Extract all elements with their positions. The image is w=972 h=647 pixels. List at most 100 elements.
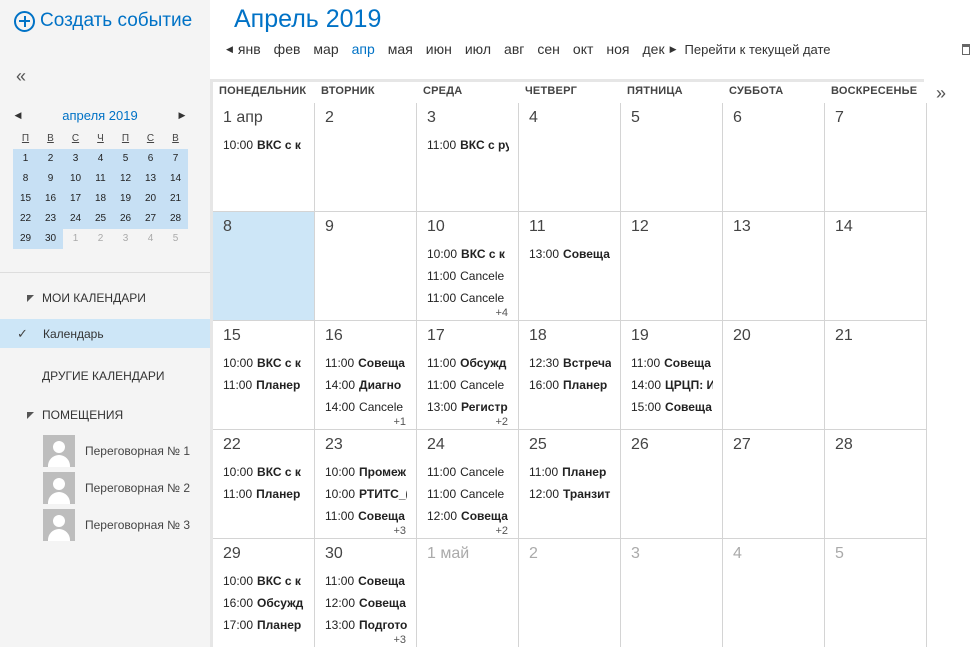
calendar-icon[interactable]	[962, 44, 970, 55]
calendar-event[interactable]: 14:00 Диагно	[325, 374, 407, 396]
day-cell[interactable]: 4	[519, 103, 621, 212]
day-cell[interactable]: 14	[825, 212, 927, 321]
day-cell[interactable]: 10 10:00 ВКС с к 11:00 Cancele 11:00 Cancele +4	[417, 212, 519, 321]
day-cell[interactable]: 19 11:00 Совеща 14:00 ЦРЦП: И 15:00 Совеща	[621, 321, 723, 430]
calendar-event[interactable]: 12:00 Совеща	[325, 592, 407, 614]
day-cell[interactable]: 27	[723, 430, 825, 539]
mini-day[interactable]: 5	[163, 229, 188, 249]
mini-day[interactable]: 4	[138, 229, 163, 249]
calendar-event[interactable]: 14:00 ЦРЦП: И	[631, 374, 713, 396]
month-link[interactable]: июн	[426, 41, 452, 57]
month-link[interactable]: окт	[573, 41, 593, 57]
mini-calendar-title[interactable]: апреля 2019	[62, 108, 137, 123]
calendar-event[interactable]: 16:00 Обсужд	[223, 592, 305, 614]
calendar-event[interactable]: 11:00 Cancele	[427, 265, 509, 287]
day-cell[interactable]: 7	[825, 103, 927, 212]
calendar-event[interactable]: 16:00 Планер	[529, 374, 611, 396]
month-link[interactable]: мар	[313, 41, 338, 57]
my-calendars-header[interactable]: МОИ КАЛЕНДАРИ	[0, 290, 210, 306]
calendar-event[interactable]: 11:00 Планер	[223, 483, 305, 505]
day-cell[interactable]: 1 май	[417, 539, 519, 647]
day-cell[interactable]: 3	[621, 539, 723, 647]
calendar-event[interactable]: 11:00 Cancele	[427, 483, 509, 505]
prev-month-icon[interactable]: ◀	[226, 44, 233, 55]
day-cell[interactable]: 2	[315, 103, 417, 212]
mini-day[interactable]: 16	[38, 189, 63, 209]
month-link[interactable]: мая	[388, 41, 413, 57]
mini-day[interactable]: 23	[38, 209, 63, 229]
mini-next-month-icon[interactable]: ▶	[176, 110, 188, 121]
day-cell[interactable]: 17 11:00 Обсужд 11:00 Cancele 13:00 Регистр +2	[417, 321, 519, 430]
calendar-event[interactable]: 11:00 Совеща	[325, 352, 407, 374]
month-link[interactable]: ноя	[606, 41, 629, 57]
room-item[interactable]: Переговорная № 2	[43, 471, 203, 504]
go-to-today-link[interactable]: Перейти к текущей дате	[685, 42, 831, 57]
day-cell[interactable]: 21	[825, 321, 927, 430]
mini-day[interactable]: 13	[138, 169, 163, 189]
month-link[interactable]: июл	[465, 41, 491, 57]
mini-day[interactable]: 6	[138, 149, 163, 169]
day-cell[interactable]: 12	[621, 212, 723, 321]
more-events-link[interactable]: +2	[495, 525, 508, 537]
day-cell[interactable]: 4	[723, 539, 825, 647]
mini-day[interactable]: 27	[138, 209, 163, 229]
day-cell[interactable]: 11 13:00 Совеща	[519, 212, 621, 321]
mini-day[interactable]: 7	[163, 149, 188, 169]
day-cell[interactable]: 13	[723, 212, 825, 321]
mini-day[interactable]: 3	[113, 229, 138, 249]
mini-day[interactable]: 18	[88, 189, 113, 209]
day-cell[interactable]: 6	[723, 103, 825, 212]
day-cell[interactable]: 23 10:00 Промеж 10:00 РТИТС_(11:00 Совеща +3	[315, 430, 417, 539]
mini-day[interactable]: 3	[63, 149, 88, 169]
mini-day[interactable]: 20	[138, 189, 163, 209]
calendar-event[interactable]: 12:30 Встреча	[529, 352, 611, 374]
day-cell[interactable]: 16 11:00 Совеща 14:00 Диагно 14:00 Cancele +1	[315, 321, 417, 430]
sidebar-item-calendar[interactable]: ✓ Календарь	[0, 319, 210, 348]
calendar-event[interactable]: 10:00 ВКС с к	[427, 243, 509, 265]
more-events-link[interactable]: +4	[495, 307, 508, 319]
mini-day[interactable]: 19	[113, 189, 138, 209]
calendar-event[interactable]: 10:00 ВКС с к	[223, 134, 305, 156]
mini-day[interactable]: 1	[63, 229, 88, 249]
mini-day[interactable]: 24	[63, 209, 88, 229]
day-cell[interactable]: 22 10:00 ВКС с к 11:00 Планер	[213, 430, 315, 539]
mini-day[interactable]: 12	[113, 169, 138, 189]
calendar-event[interactable]: 10:00 РТИТС_(	[325, 483, 407, 505]
next-month-icon[interactable]: ▶	[670, 44, 677, 55]
month-link[interactable]: дек	[643, 41, 665, 57]
mini-day[interactable]: 2	[88, 229, 113, 249]
mini-day[interactable]: 28	[163, 209, 188, 229]
calendar-event[interactable]: 11:00 Планер	[223, 374, 305, 396]
calendar-event[interactable]: 11:00 Cancele	[427, 287, 509, 309]
more-events-link[interactable]: +3	[393, 634, 406, 646]
day-cell[interactable]: 8	[213, 212, 315, 321]
room-item[interactable]: Переговорная № 3	[43, 508, 203, 541]
mini-day[interactable]: 4	[88, 149, 113, 169]
calendar-event[interactable]: 11:00 Обсужд	[427, 352, 509, 374]
expand-panel-icon[interactable]: »	[936, 83, 946, 104]
mini-day[interactable]: 8	[13, 169, 38, 189]
calendar-event[interactable]: 10:00 ВКС с к	[223, 570, 305, 592]
day-cell[interactable]: 25 11:00 Планер 12:00 Транзит	[519, 430, 621, 539]
day-cell[interactable]: 29 10:00 ВКС с к 16:00 Обсужд 17:00 Планер	[213, 539, 315, 647]
day-cell[interactable]: 1 апр 10:00 ВКС с к	[213, 103, 315, 212]
more-events-link[interactable]: +2	[495, 416, 508, 428]
day-cell[interactable]: 9	[315, 212, 417, 321]
calendar-event[interactable]: 12:00 Транзит	[529, 483, 611, 505]
mini-day[interactable]: 29	[13, 229, 38, 249]
day-cell[interactable]: 28	[825, 430, 927, 539]
mini-day[interactable]: 25	[88, 209, 113, 229]
create-event-button[interactable]: Создать событие	[14, 8, 192, 34]
mini-prev-month-icon[interactable]: ◀	[12, 110, 24, 121]
day-cell[interactable]: 3 11:00 ВКС с ру	[417, 103, 519, 212]
calendar-event[interactable]: 12:00 Совеща	[427, 505, 509, 527]
calendar-event[interactable]: 15:00 Совеща	[631, 396, 713, 418]
calendar-event[interactable]: 10:00 ВКС с к	[223, 352, 305, 374]
mini-day[interactable]: 10	[63, 169, 88, 189]
mini-day[interactable]: 9	[38, 169, 63, 189]
mini-day[interactable]: 14	[163, 169, 188, 189]
month-link[interactable]: апр	[352, 41, 375, 57]
mini-day[interactable]: 5	[113, 149, 138, 169]
mini-day[interactable]: 21	[163, 189, 188, 209]
calendar-event[interactable]: 11:00 ВКС с ру	[427, 134, 509, 156]
